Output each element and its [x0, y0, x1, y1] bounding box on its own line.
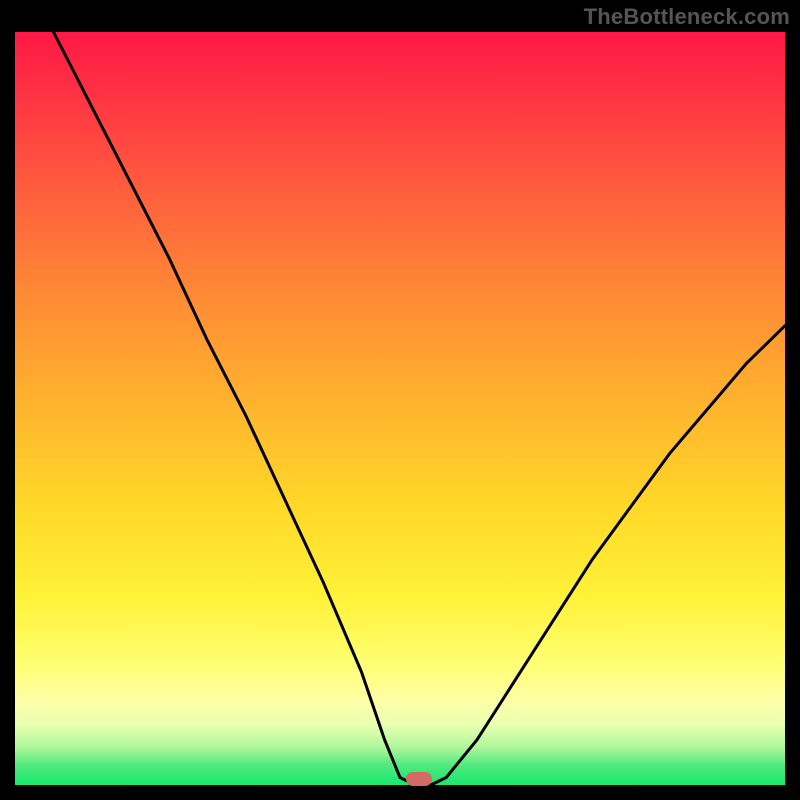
watermark-text: TheBottleneck.com [584, 4, 790, 30]
plot-area [15, 32, 785, 785]
chart-frame: TheBottleneck.com [0, 0, 800, 800]
curve-svg [15, 32, 785, 785]
bottleneck-curve [54, 32, 786, 785]
optimal-marker [406, 772, 432, 786]
